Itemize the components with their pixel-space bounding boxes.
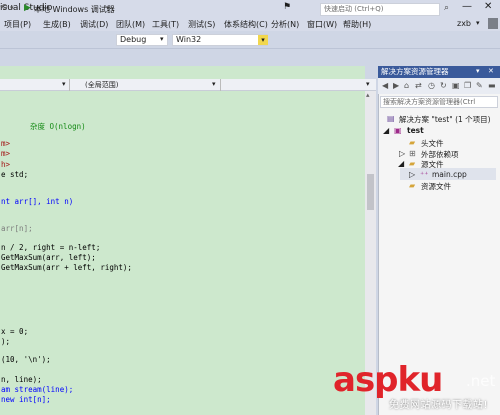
menu-project[interactable]: 项目(P) bbox=[4, 19, 31, 30]
project-icon: ▣ bbox=[394, 126, 402, 135]
refresh-icon[interactable]: ↻ bbox=[440, 81, 447, 90]
dependencies-icon: ⊞ bbox=[409, 149, 416, 158]
flag-icon[interactable]: ⚑ bbox=[283, 2, 291, 12]
menu-debug[interactable]: 调试(D) bbox=[80, 19, 108, 30]
menu-team[interactable]: 团队(M) bbox=[116, 19, 145, 30]
back-icon[interactable]: ⟲ bbox=[0, 3, 8, 13]
close-button[interactable]: ✕ bbox=[484, 1, 492, 12]
tree-item-main-cpp[interactable]: main.cpp bbox=[432, 170, 467, 179]
menu-tools[interactable]: 工具(T) bbox=[152, 19, 179, 30]
code-view-icon[interactable]: ▬ bbox=[488, 81, 496, 90]
collapse-arrow-icon[interactable]: ▷ bbox=[409, 170, 415, 179]
tree-item-header-files[interactable]: 头文件 bbox=[421, 138, 444, 149]
menu-analyze[interactable]: 分析(N) bbox=[271, 19, 299, 30]
code-line: am stream(line); bbox=[1, 385, 74, 394]
expand-arrow-icon[interactable]: ◢ bbox=[383, 126, 389, 135]
code-line: (10, '\n'); bbox=[1, 355, 51, 364]
play-icon[interactable]: ▶ bbox=[24, 3, 31, 13]
solution-icon: ▤ bbox=[387, 114, 395, 123]
chevron-down-icon[interactable]: ▾ bbox=[62, 80, 66, 88]
collapse-arrow-icon[interactable]: ▷ bbox=[399, 149, 405, 158]
chevron-up-icon[interactable]: ▴ bbox=[366, 91, 370, 99]
back-icon[interactable]: ◀ bbox=[382, 81, 388, 90]
watermark-logo: aspku bbox=[333, 360, 443, 400]
code-line: e std; bbox=[1, 170, 29, 179]
menu-window[interactable]: 窗口(W) bbox=[307, 19, 337, 30]
watermark-suffix: .net bbox=[466, 372, 496, 390]
project-scope-dropdown[interactable] bbox=[0, 79, 70, 91]
chevron-down-icon[interactable]: ▾ bbox=[258, 35, 268, 45]
code-line: new int[n]; bbox=[1, 395, 51, 404]
editor-scrollbar-thumb[interactable] bbox=[367, 174, 374, 210]
chevron-down-icon[interactable]: ▾ bbox=[212, 80, 216, 88]
code-line: m> bbox=[1, 139, 11, 148]
home-icon[interactable]: ⌂ bbox=[404, 81, 409, 90]
watermark-subtitle: 免费网站源码下载站! bbox=[389, 400, 489, 411]
code-line: ); bbox=[1, 337, 11, 346]
code-line: x = 0; bbox=[1, 327, 29, 336]
tree-item-solution[interactable]: 解决方案 "test" (1 个项目) bbox=[399, 114, 491, 125]
code-line: 杂度 O(nlogn) bbox=[30, 122, 86, 131]
quick-launch-input[interactable]: 快速启动 (Ctrl+Q) bbox=[320, 3, 440, 16]
copy-icon[interactable]: ❐ bbox=[464, 81, 471, 90]
expand-arrow-icon[interactable]: ◢ bbox=[398, 159, 404, 168]
code-line: arr[n]; bbox=[1, 224, 33, 233]
minimize-button[interactable]: — bbox=[462, 1, 472, 12]
user-name[interactable]: zxb bbox=[457, 19, 471, 28]
chevron-down-icon[interactable]: ▾ bbox=[10, 4, 14, 12]
folder-open-icon: ▰ bbox=[409, 159, 416, 168]
properties-icon[interactable]: ✎ bbox=[476, 81, 483, 90]
start-debugger-button[interactable]: 本地 Windows 调试器 bbox=[34, 4, 115, 15]
menu-architecture[interactable]: 体系结构(C) bbox=[224, 19, 268, 30]
chevron-down-icon[interactable]: ▾ bbox=[366, 80, 370, 88]
collapse-icon[interactable]: ▣ bbox=[452, 81, 460, 90]
user-dropdown-icon[interactable]: ▾ bbox=[476, 19, 480, 27]
folder-icon: ▰ bbox=[409, 181, 416, 190]
menu-build[interactable]: 生成(B) bbox=[43, 19, 71, 30]
sync-icon[interactable]: ⇄ bbox=[415, 81, 422, 90]
member-scope-dropdown[interactable]: (全局范围) bbox=[73, 79, 221, 91]
tree-item-project[interactable]: test bbox=[407, 126, 424, 135]
code-line: h> bbox=[1, 160, 11, 169]
forward-icon[interactable]: ▶ bbox=[393, 81, 399, 90]
chevron-down-icon[interactable]: ▾ bbox=[160, 35, 164, 43]
solution-explorer-title: 解决方案资源管理器 bbox=[378, 66, 500, 78]
chevron-down-icon[interactable]: ▾ bbox=[106, 4, 110, 12]
tree-item-resource-files[interactable]: 资源文件 bbox=[421, 181, 451, 192]
search-icon[interactable]: ⌕ bbox=[444, 3, 449, 13]
code-line: GetMaxSum(arr, left); bbox=[1, 253, 96, 262]
code-line: n, line); bbox=[1, 375, 42, 384]
cpp-file-icon: ⁺⁺ bbox=[420, 170, 429, 179]
code-line: n / 2, right = n-left; bbox=[1, 243, 101, 252]
code-line: GetMaxSum(arr + left, right); bbox=[1, 263, 132, 272]
avatar[interactable] bbox=[488, 18, 498, 29]
code-line: m> bbox=[1, 149, 11, 158]
solution-search-input[interactable]: 搜索解决方案资源管理器(Ctrl bbox=[380, 96, 498, 108]
pin-icon[interactable]: ▾ bbox=[476, 67, 480, 75]
folder-icon: ▰ bbox=[409, 138, 416, 147]
history-icon[interactable]: ◷ bbox=[428, 81, 435, 90]
menu-help[interactable]: 帮助(H) bbox=[343, 19, 371, 30]
menu-test[interactable]: 测试(S) bbox=[188, 19, 215, 30]
code-editor[interactable] bbox=[0, 66, 365, 415]
code-line: nt arr[], int n) bbox=[1, 197, 74, 206]
close-icon[interactable]: ✕ bbox=[488, 67, 494, 75]
platform-select[interactable]: Win32 bbox=[172, 34, 268, 46]
